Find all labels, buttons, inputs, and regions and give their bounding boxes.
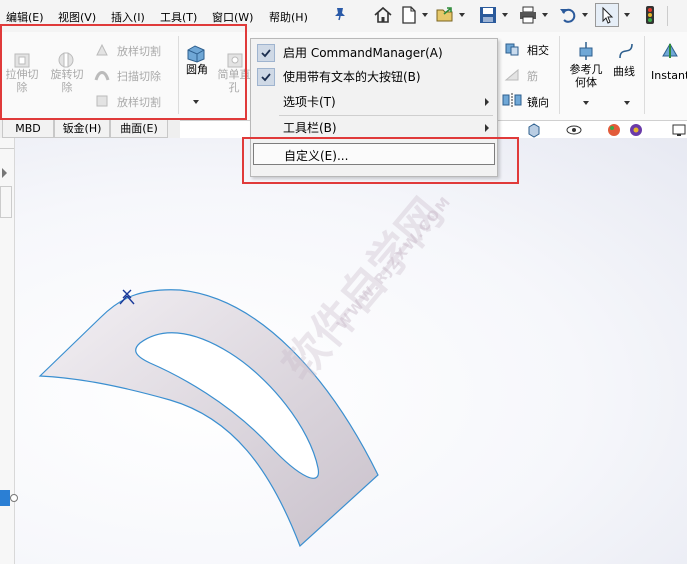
panel-divider <box>0 138 14 149</box>
reference-geometry-icon <box>579 42 593 60</box>
highlight-box-ribbon <box>0 24 247 120</box>
ribbon-right-section: 相交 筋 镜向 参考几 何体 曲线 Instant <box>496 32 687 120</box>
rib-button[interactable]: 筋 <box>527 68 538 84</box>
hide-show-icon[interactable] <box>566 122 582 138</box>
scene-icon[interactable] <box>628 122 644 138</box>
submenu-arrow-icon <box>485 124 489 132</box>
submenu-arrow-icon <box>485 98 489 106</box>
curves-dropdown[interactable] <box>624 101 630 105</box>
panel-tab[interactable] <box>0 186 12 218</box>
open-icon[interactable] <box>435 5 455 25</box>
menu-view[interactable]: 视图(V) <box>58 9 96 25</box>
print-dropdown-arrow[interactable] <box>542 13 548 17</box>
intersect-icon <box>505 43 519 56</box>
ribbon-separator <box>559 36 560 114</box>
home-icon[interactable] <box>373 5 393 25</box>
new-document-icon[interactable] <box>399 5 419 25</box>
menu-enable-commandmanager[interactable]: 启用 CommandManager(A) <box>251 41 497 65</box>
menu-tabs[interactable]: 选项卡(T) <box>251 90 497 114</box>
tab-mbd[interactable]: MBD <box>2 120 54 138</box>
tab-surfaces[interactable]: 曲面(E) <box>110 120 168 138</box>
select-cursor-icon <box>602 6 614 24</box>
new-dropdown-arrow[interactable] <box>422 13 428 17</box>
menu-edit[interactable]: 编辑(E) <box>6 9 44 25</box>
reference-geometry-button[interactable]: 参考几 何体 <box>566 63 606 89</box>
tab-sheet-metal[interactable]: 钣金(H) <box>54 120 110 138</box>
instant3d-icon <box>662 43 678 58</box>
instant3d-button[interactable]: Instant <box>651 69 687 82</box>
save-dropdown-arrow[interactable] <box>502 13 508 17</box>
splitter-handle[interactable] <box>10 494 18 502</box>
reference-geometry-dropdown[interactable] <box>583 101 589 105</box>
mirror-icon <box>502 93 522 107</box>
check-icon <box>257 68 275 86</box>
watermark: 软件自学网 WWW.RJZXW.COM <box>270 189 470 390</box>
ribbon-separator <box>644 36 645 114</box>
mirror-button[interactable]: 镜向 <box>527 94 549 110</box>
pin-icon[interactable] <box>333 7 347 21</box>
highlight-box-customize <box>242 137 519 184</box>
menu-tools[interactable]: 工具(T) <box>160 9 197 25</box>
traffic-light-icon[interactable] <box>640 5 660 25</box>
menu-large-buttons-text[interactable]: 使用带有文本的大按钮(B) <box>251 65 497 89</box>
undo-icon[interactable] <box>558 5 578 25</box>
menu-window[interactable]: 窗口(W) <box>212 9 253 25</box>
menu-insert[interactable]: 插入(I) <box>111 9 145 25</box>
feature-manager-edge[interactable] <box>0 138 18 564</box>
print-icon[interactable] <box>518 5 538 25</box>
check-icon <box>257 44 275 62</box>
rib-icon <box>504 68 519 81</box>
menu-help[interactable]: 帮助(H) <box>269 9 308 25</box>
panel-indicator <box>0 490 10 506</box>
select-dropdown-arrow[interactable] <box>624 13 630 17</box>
command-tabs: MBD 钣金(H) 曲面(E) <box>0 120 180 138</box>
save-icon[interactable] <box>478 5 498 25</box>
curves-icon <box>619 43 633 59</box>
intersect-button[interactable]: 相交 <box>527 42 549 58</box>
curves-button[interactable]: 曲线 <box>613 63 635 79</box>
expand-arrow-icon[interactable] <box>2 168 7 178</box>
view-orientation-icon[interactable] <box>526 122 542 138</box>
heads-up-view-toolbar <box>496 120 687 140</box>
appearance-icon[interactable] <box>606 122 622 138</box>
undo-dropdown-arrow[interactable] <box>582 13 588 17</box>
toolbar-separator <box>667 6 668 26</box>
standard-toolbar <box>365 0 687 33</box>
open-dropdown-arrow[interactable] <box>459 13 465 17</box>
select-button[interactable] <box>595 3 619 27</box>
view-settings-icon[interactable] <box>671 122 687 138</box>
